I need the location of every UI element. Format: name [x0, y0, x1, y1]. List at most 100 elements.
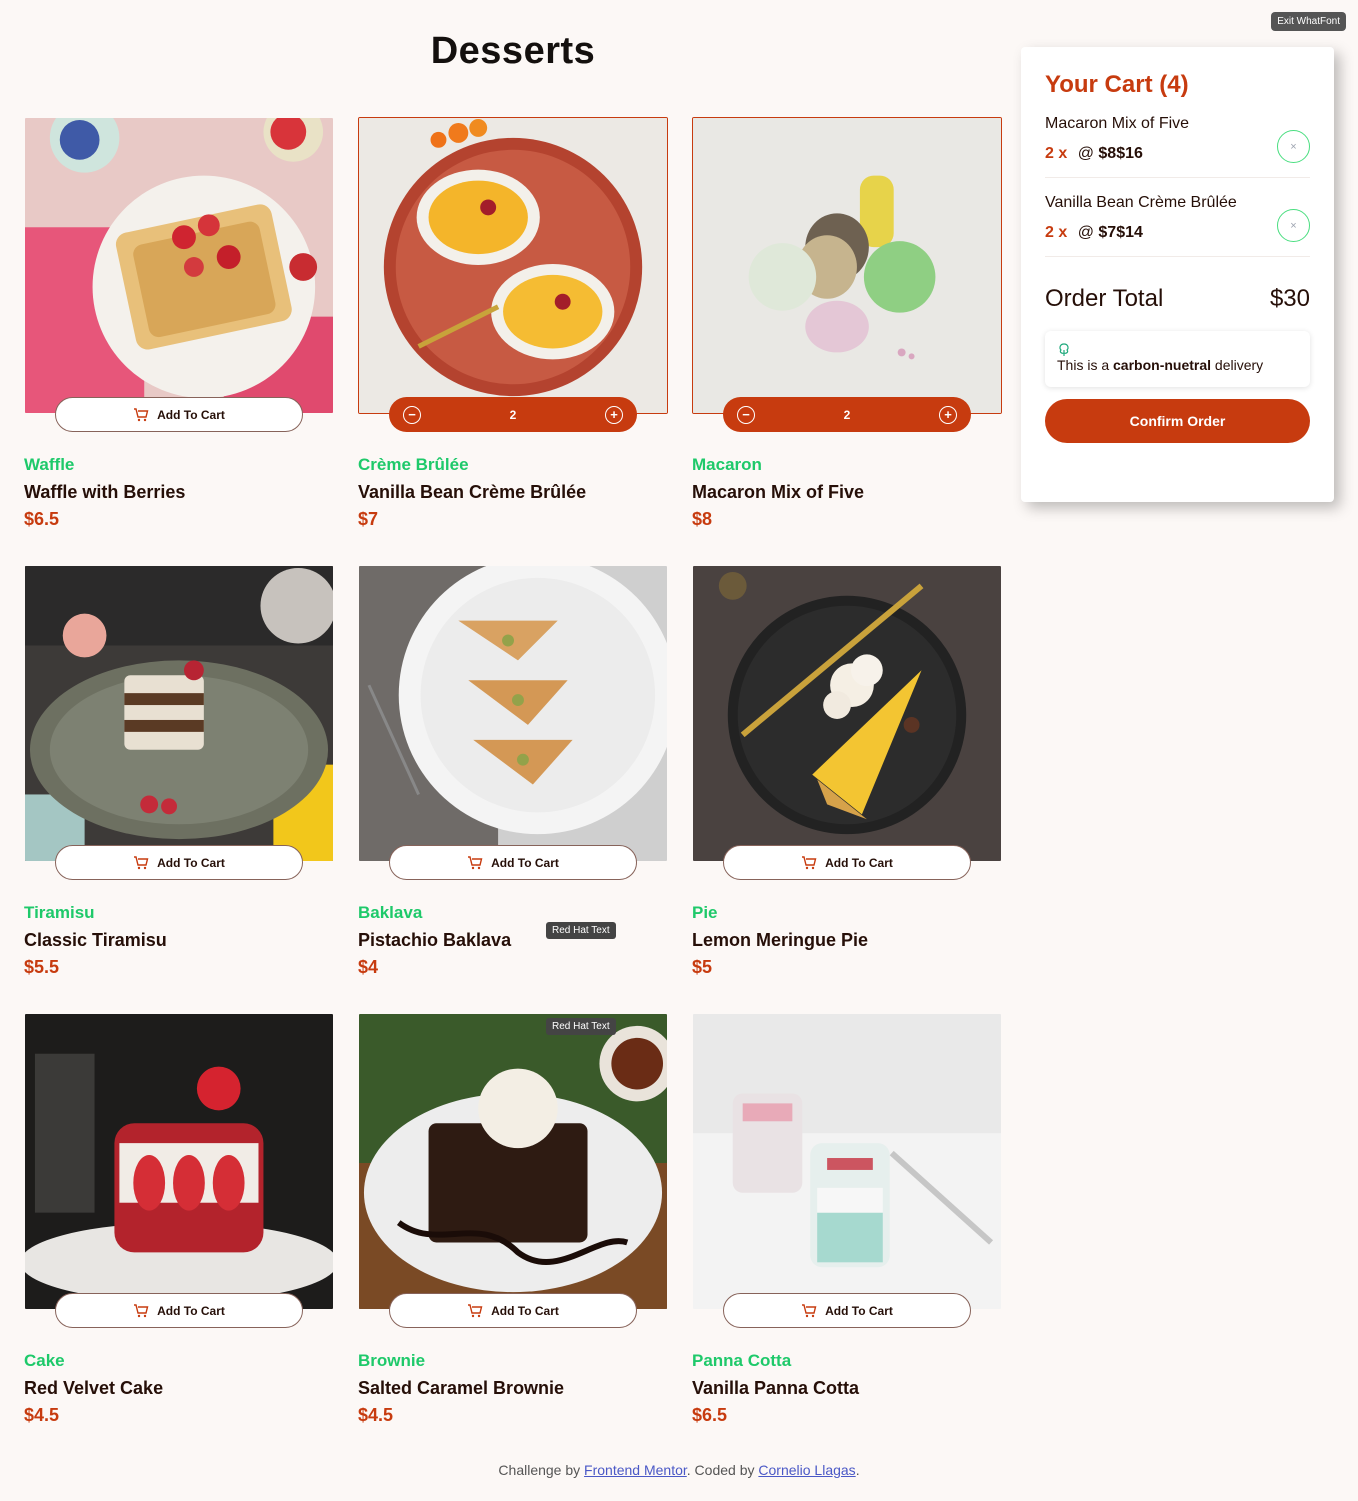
quantity-stepper[interactable]: − 2 + [389, 397, 637, 432]
frontend-mentor-link[interactable]: Frontend Mentor [584, 1462, 687, 1478]
cart-item-details: 2 x @ $8$16 [1045, 145, 1310, 163]
product-price: $5 [692, 957, 713, 977]
product-image-creme-brulee [358, 117, 668, 414]
cart-add-icon [801, 1303, 817, 1318]
add-to-cart-button[interactable]: Add To Cart [723, 1293, 971, 1328]
add-to-cart-label: Add To Cart [825, 1303, 893, 1318]
product-price: $6.5 [692, 1405, 728, 1425]
add-to-cart-label: Add To Cart [157, 1303, 225, 1318]
product-price: $6.5 [24, 509, 60, 529]
order-total-label: Order Total [1045, 285, 1164, 312]
product-image-brownie [358, 1013, 668, 1310]
product-name: Lemon Meringue Pie [692, 930, 869, 950]
product-price: $5.5 [24, 957, 60, 977]
add-to-cart-button[interactable]: Add To Cart [389, 1293, 637, 1328]
product-name: Vanilla Panna Cotta [692, 1378, 860, 1398]
product-image-waffle [24, 117, 334, 414]
product-card-waffle: Add To Cart Waffle Waffle with Berries $… [24, 117, 334, 565]
add-to-cart-label: Add To Cart [491, 1303, 559, 1318]
cart-item-qty: 2 x [1045, 224, 1068, 241]
add-to-cart-button[interactable]: Add To Cart [389, 845, 637, 880]
cart-item-details: 2 x @ $7$14 [1045, 224, 1310, 242]
product-name: Classic Tiramisu [24, 930, 167, 950]
cart-panel: Your Cart (4) Macaron Mix of Five 2 x @ … [1021, 47, 1334, 502]
carbon-text-bold: carbon-nuetral [1113, 357, 1212, 373]
cart-item-name: Macaron Mix of Five [1045, 115, 1190, 132]
product-image-panna-cotta [692, 1013, 1002, 1310]
add-to-cart-label: Add To Cart [157, 855, 225, 870]
product-name: Salted Caramel Brownie [358, 1378, 565, 1398]
whatfont-tooltip: Red Hat Text [546, 922, 616, 939]
cart-item-unit-price: $7 [1098, 224, 1117, 241]
product-category: Brownie [358, 1351, 426, 1370]
product-category: Baklava [358, 903, 423, 922]
decrement-icon[interactable]: − [737, 405, 755, 424]
footer-text: . [855, 1462, 860, 1478]
cart-item: Vanilla Bean Crème Brûlée 2 x @ $7$14 × [1045, 178, 1310, 257]
product-image-cake [24, 1013, 334, 1310]
add-to-cart-label: Add To Cart [825, 855, 893, 870]
add-to-cart-button[interactable]: Add To Cart [55, 845, 303, 880]
increment-icon[interactable]: + [939, 405, 957, 424]
product-category: Macaron [692, 455, 762, 474]
quantity-stepper[interactable]: − 2 + [723, 397, 971, 432]
cart-item-total: $16 [1116, 145, 1143, 162]
add-to-cart-button[interactable]: Add To Cart [55, 397, 303, 432]
product-name: Red Velvet Cake [24, 1378, 164, 1398]
cart-item-at: @ [1077, 145, 1094, 162]
decrement-icon[interactable]: − [403, 405, 421, 424]
carbon-neutral-notice: This is a carbon-nuetral delivery [1045, 331, 1310, 387]
carbon-text-post: delivery [1214, 357, 1264, 373]
cart-add-icon [133, 407, 149, 422]
add-to-cart-button[interactable]: Add To Cart [723, 845, 971, 880]
quantity-value: 2 [509, 407, 517, 422]
remove-item-icon[interactable]: × [1277, 209, 1310, 242]
cart-item: Macaron Mix of Five 2 x @ $8$16 × [1045, 99, 1310, 178]
cart-item-unit-price: $8 [1098, 145, 1117, 162]
footer-text: Challenge by [498, 1462, 581, 1478]
product-card-panna-cotta: Add To Cart Panna Cotta Vanilla Panna Co… [692, 1013, 1002, 1461]
product-card-pie: Add To Cart Pie Lemon Meringue Pie $5 [692, 565, 1002, 1013]
add-to-cart-label: Add To Cart [157, 407, 225, 422]
product-name: Vanilla Bean Crème Brûlée [358, 482, 587, 502]
cart-add-icon [467, 855, 483, 870]
product-card-cake: Add To Cart Cake Red Velvet Cake $4.5 [24, 1013, 334, 1461]
add-to-cart-label: Add To Cart [491, 855, 559, 870]
product-category: Cake [24, 1351, 65, 1370]
quantity-value: 2 [843, 407, 851, 422]
increment-icon[interactable]: + [605, 405, 623, 424]
confirm-order-button[interactable]: Confirm Order [1045, 399, 1310, 443]
product-category: Pie [692, 903, 718, 922]
product-price: $4.5 [358, 1405, 394, 1425]
product-card-tiramisu: Add To Cart Tiramisu Classic Tiramisu $5… [24, 565, 334, 1013]
product-price: $4 [358, 957, 379, 977]
cart-item-name: Vanilla Bean Crème Brûlée [1045, 194, 1237, 211]
carbon-text-pre: This is a [1057, 357, 1110, 373]
footer: Challenge by Frontend Mentor. Coded by C… [0, 1462, 1358, 1478]
remove-item-icon[interactable]: × [1277, 130, 1310, 163]
product-card-baklava: Add To Cart Baklava Pistachio Baklava $4… [358, 565, 668, 1013]
product-price: $8 [692, 509, 713, 529]
cart-item-at: @ [1077, 224, 1094, 241]
order-total-row: Order Total $30 [1045, 285, 1310, 313]
add-to-cart-button[interactable]: Add To Cart [55, 1293, 303, 1328]
cart-item-qty: 2 x [1045, 145, 1068, 162]
cart-add-icon [133, 855, 149, 870]
product-image-pie [692, 565, 1002, 862]
cart-item-total: $14 [1116, 224, 1143, 241]
exit-whatfont-button[interactable]: Exit WhatFont [1271, 12, 1346, 31]
page-title: Desserts [430, 30, 596, 72]
cart-add-icon [467, 1303, 483, 1318]
order-total-value: $30 [1269, 285, 1310, 312]
product-category: Panna Cotta [692, 1351, 792, 1370]
author-link[interactable]: Cornelio Llagas [758, 1462, 855, 1478]
product-card-creme-brulee: − 2 + Crème Brûlée Vanilla Bean Crème Br… [358, 117, 668, 565]
product-category: Crème Brûlée [358, 455, 469, 474]
product-image-tiramisu [24, 565, 334, 862]
product-category: Tiramisu [24, 903, 95, 922]
product-card-macaron: − 2 + Macaron Macaron Mix of Five $8 [692, 117, 1002, 565]
cart-title: Your Cart (4) [1045, 71, 1189, 98]
product-name: Waffle with Berries [24, 482, 186, 502]
product-category: Waffle [24, 455, 75, 474]
cart-add-icon [133, 1303, 149, 1318]
